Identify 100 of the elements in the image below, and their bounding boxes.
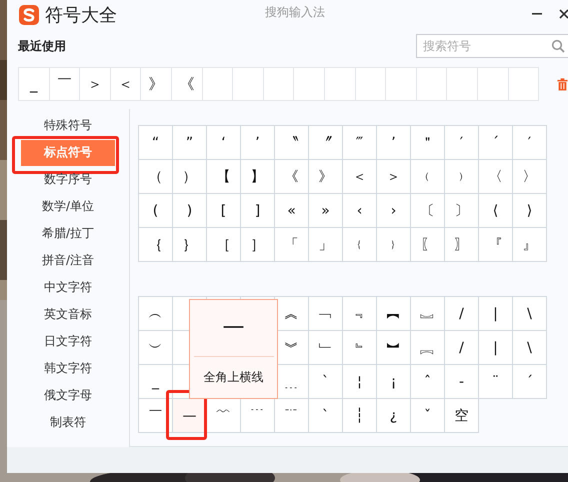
symbol-cell[interactable]: ˊ <box>479 126 513 160</box>
symbol-cell[interactable]: ﹊ <box>275 399 309 433</box>
category-tab[interactable]: 韩文字符 <box>21 356 115 382</box>
recent-symbol[interactable]: ￣ <box>50 68 80 101</box>
symbol-cell[interactable]: ﹂ <box>309 331 343 365</box>
symbol-cell[interactable]: ﹌ <box>207 399 241 433</box>
symbol-cell[interactable]: ︗ <box>411 297 445 331</box>
symbol-cell[interactable]: ′ <box>445 126 479 160</box>
category-tab[interactable]: 英文音标 <box>21 302 115 328</box>
symbol-cell[interactable]: 〔 <box>411 194 445 228</box>
symbol-cell[interactable]: ˊ <box>513 365 547 399</box>
symbol-cell[interactable]: ︻ <box>377 297 411 331</box>
symbol-cell[interactable]: “ <box>139 126 173 160</box>
recent-symbol[interactable]: ＞ <box>80 68 111 101</box>
trash-icon[interactable] <box>557 78 568 90</box>
symbol-cell[interactable]: ﹚ <box>445 160 479 194</box>
symbol-cell[interactable]: ﹃ <box>343 297 377 331</box>
symbol-cell[interactable]: ) <box>173 194 207 228</box>
symbol-cell[interactable]: ︾ <box>275 331 309 365</box>
symbol-cell[interactable]: ′ <box>513 126 547 160</box>
symbol-cell[interactable]: \ <box>513 331 547 365</box>
symbol-cell[interactable]: ‹ <box>343 194 377 228</box>
symbol-cell[interactable]: — <box>173 399 207 433</box>
symbol-cell[interactable]: ︵ <box>139 297 173 331</box>
recent-symbol[interactable]: 》 <box>141 68 172 101</box>
symbol-cell[interactable]: ’ <box>377 126 411 160</box>
symbol-cell[interactable]: ［ <box>207 228 241 262</box>
symbol-cell[interactable]: ˆ <box>411 365 445 399</box>
symbol-cell[interactable]: ˋ <box>309 399 343 433</box>
symbol-cell[interactable]: ） <box>173 160 207 194</box>
recent-symbol[interactable]: ＜ <box>110 68 142 101</box>
symbol-cell[interactable]: » <box>309 194 343 228</box>
symbol-cell[interactable]: ¦ <box>343 365 377 399</box>
symbol-cell[interactable]: › <box>377 194 411 228</box>
symbol-cell[interactable]: 〉 <box>513 160 547 194</box>
symbol-cell[interactable]: ＞ <box>377 160 411 194</box>
symbol-cell[interactable]: ┆ <box>343 399 377 433</box>
category-tab[interactable]: 日文字符 <box>21 328 115 354</box>
symbol-cell[interactable]: | <box>479 297 513 331</box>
symbol-cell[interactable]: 《 <box>275 160 309 194</box>
recent-symbol[interactable]: 《 <box>172 68 203 101</box>
symbol-cell[interactable]: ¨ <box>479 365 513 399</box>
category-tab[interactable]: 数学/单位 <box>21 194 115 220</box>
symbol-cell[interactable]: 〖 <box>411 228 445 262</box>
search-field[interactable]: 搜索符号 <box>416 34 568 58</box>
symbol-cell[interactable]: ” <box>173 126 207 160</box>
symbol-cell[interactable]: ﹙ <box>411 160 445 194</box>
symbol-cell[interactable]: ‴ <box>343 126 377 160</box>
category-tab[interactable]: 希腊/拉丁 <box>21 220 115 246</box>
category-tab[interactable]: 中文字符 <box>21 274 115 300</box>
symbol-cell[interactable]: ︽ <box>275 297 309 331</box>
symbol-cell[interactable]: ˋ <box>309 365 343 399</box>
symbol-cell[interactable]: ˇ <box>411 399 445 433</box>
close-icon[interactable] <box>558 8 568 20</box>
symbol-cell[interactable]: ︶ <box>139 331 173 365</box>
symbol-cell[interactable]: ＜ <box>343 160 377 194</box>
symbol-cell[interactable]: ﹜ <box>377 228 411 262</box>
category-tab[interactable]: 俄文字母 <box>21 382 115 408</box>
symbol-cell[interactable]: ﹁ <box>309 297 343 331</box>
symbol-cell[interactable]: 』 <box>513 228 547 262</box>
symbol-cell[interactable]: / <box>445 297 479 331</box>
symbol-cell[interactable]: ⟨ <box>479 194 513 228</box>
symbol-cell[interactable]: \ <box>513 297 547 331</box>
symbol-cell[interactable]: ］ <box>241 228 275 262</box>
search-icon[interactable] <box>551 39 565 53</box>
symbol-cell[interactable]: 》 <box>309 160 343 194</box>
symbol-cell[interactable]: ︘ <box>411 331 445 365</box>
symbol-cell[interactable]: ‘ <box>207 126 241 160</box>
symbol-cell[interactable]: ｛ <box>139 228 173 262</box>
symbol-cell[interactable]: - <box>445 365 479 399</box>
symbol-cell[interactable]: ︼ <box>377 331 411 365</box>
symbol-cell[interactable]: ⟩ <box>513 194 547 228</box>
symbol-cell[interactable]: / <box>445 331 479 365</box>
symbol-cell[interactable]: 空 <box>445 399 479 433</box>
symbol-cell[interactable]: 【 <box>207 160 241 194</box>
symbol-cell[interactable]: ¡ <box>377 365 411 399</box>
symbol-cell[interactable]: 〈 <box>479 160 513 194</box>
symbol-cell[interactable]: 」 <box>309 228 343 262</box>
category-tab[interactable]: 拼音/注音 <box>21 248 115 274</box>
category-tab[interactable]: 数字序号 <box>21 166 115 192</box>
symbol-cell[interactable]: ’ <box>241 126 275 160</box>
symbol-cell[interactable]: ﹛ <box>343 228 377 262</box>
symbol-cell[interactable]: ＂ <box>411 126 445 160</box>
symbol-cell[interactable]: 〞 <box>309 126 343 160</box>
symbol-cell[interactable]: « <box>275 194 309 228</box>
symbol-cell[interactable]: [ <box>207 194 241 228</box>
symbol-cell[interactable]: ( <box>139 194 173 228</box>
symbol-cell[interactable]: （ <box>139 160 173 194</box>
symbol-cell[interactable]: 『 <box>479 228 513 262</box>
symbol-cell[interactable]: ﹉ <box>241 399 275 433</box>
symbol-cell[interactable]: | <box>479 331 513 365</box>
symbol-cell[interactable]: 〕 <box>445 194 479 228</box>
symbol-cell[interactable]: ﹍ <box>275 365 309 399</box>
symbol-cell[interactable]: 〗 <box>445 228 479 262</box>
symbol-cell[interactable]: 「 <box>275 228 309 262</box>
symbol-cell[interactable]: 〝 <box>275 126 309 160</box>
symbol-cell[interactable]: ¿ <box>377 399 411 433</box>
symbol-cell[interactable]: ] <box>241 194 275 228</box>
symbol-cell[interactable]: 】 <box>241 160 275 194</box>
recent-symbol[interactable]: _ <box>19 68 50 101</box>
